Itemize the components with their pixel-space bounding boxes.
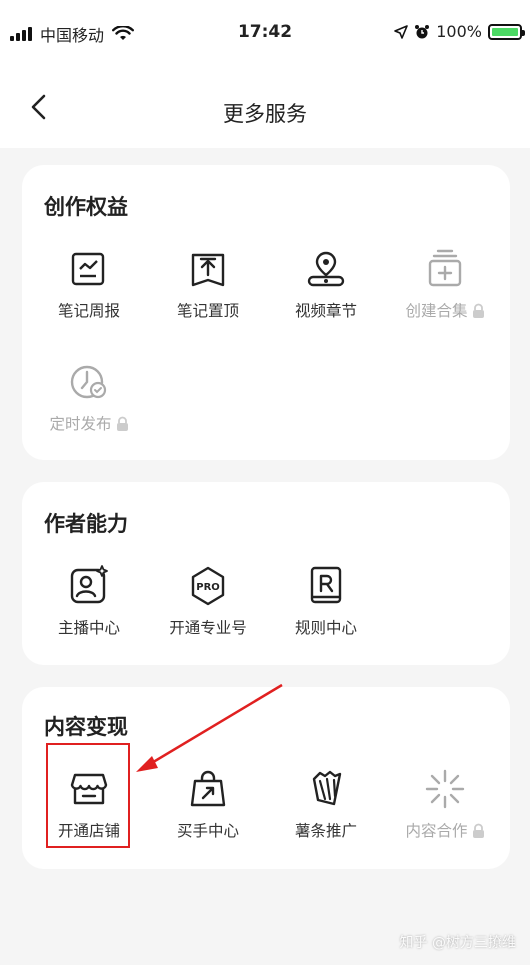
alarm-icon <box>415 24 430 38</box>
fries-promo-icon <box>312 770 342 806</box>
pro-badge-icon: PRO <box>191 566 225 606</box>
item-label: 笔记置顶 <box>176 302 239 320</box>
item-label: 规则中心 <box>294 619 357 637</box>
section-card-author-abilities: 作者能力 主播中心 PRO 开通专业号 规则中心 <box>22 482 510 665</box>
location-arrow-icon <box>394 24 409 39</box>
item-content-cooperation[interactable]: 内容合作 <box>386 767 504 841</box>
rules-icon <box>310 566 342 604</box>
scheduled-publish-icon <box>70 365 107 399</box>
item-rules-center[interactable]: 规则中心 <box>267 564 385 638</box>
section-title: 内容变现 <box>44 715 128 739</box>
nav-bar: 更多服务 <box>0 64 530 148</box>
sparkle-icon <box>425 769 465 809</box>
status-right: 100% <box>394 22 525 41</box>
lock-icon <box>472 303 484 318</box>
item-buyer-center[interactable]: 买手中心 <box>149 767 267 841</box>
page-title: 更多服务 <box>223 102 307 126</box>
item-label: 内容合作 <box>386 819 504 841</box>
shopping-bag-icon <box>190 770 226 807</box>
item-note-report[interactable]: 笔记周报 <box>30 247 148 321</box>
item-fries-promotion[interactable]: 薯条推广 <box>267 767 385 841</box>
battery-icon <box>488 23 525 40</box>
section-title: 作者能力 <box>44 512 128 536</box>
collection-add-icon <box>428 249 462 287</box>
item-label: 定时发布 <box>30 412 148 434</box>
section-card-creation-rights: 创作权益 笔记周报 笔记置顶 视频章节 创建合集 定时发布 <box>22 165 510 460</box>
item-label: 视频章节 <box>294 302 357 320</box>
item-label-text: 内容合作 <box>405 822 468 840</box>
item-label: 创建合集 <box>386 299 504 321</box>
item-create-collection[interactable]: 创建合集 <box>386 247 504 321</box>
item-host-center[interactable]: 主播中心 <box>30 564 148 638</box>
item-label: 笔记周报 <box>57 302 120 320</box>
item-pin-top[interactable]: 笔记置顶 <box>149 247 267 321</box>
svg-text:PRO: PRO <box>196 582 220 593</box>
status-bar: 中国移动 17:42 100% <box>0 0 530 64</box>
lock-icon <box>472 823 484 838</box>
item-pro-account[interactable]: PRO 开通专业号 <box>149 564 267 638</box>
lock-icon <box>116 416 128 431</box>
item-label: 买手中心 <box>176 822 239 840</box>
section-title: 创作权益 <box>44 195 128 219</box>
item-label-text: 定时发布 <box>49 415 112 433</box>
watermark: 知乎 @树方三撩维 <box>399 935 516 951</box>
item-label: 主播中心 <box>57 619 120 637</box>
item-label-text: 创建合集 <box>405 302 468 320</box>
item-video-chapter[interactable]: 视频章节 <box>267 247 385 321</box>
highlight-box <box>46 743 130 848</box>
item-label: 薯条推广 <box>294 822 357 840</box>
pin-top-icon <box>191 253 225 287</box>
video-chapter-icon <box>307 251 345 287</box>
item-label: 开通专业号 <box>169 619 247 637</box>
note-report-icon <box>71 252 105 286</box>
host-center-icon <box>70 565 108 604</box>
item-scheduled-publish[interactable]: 定时发布 <box>30 360 148 434</box>
battery-percent: 100% <box>436 22 482 41</box>
